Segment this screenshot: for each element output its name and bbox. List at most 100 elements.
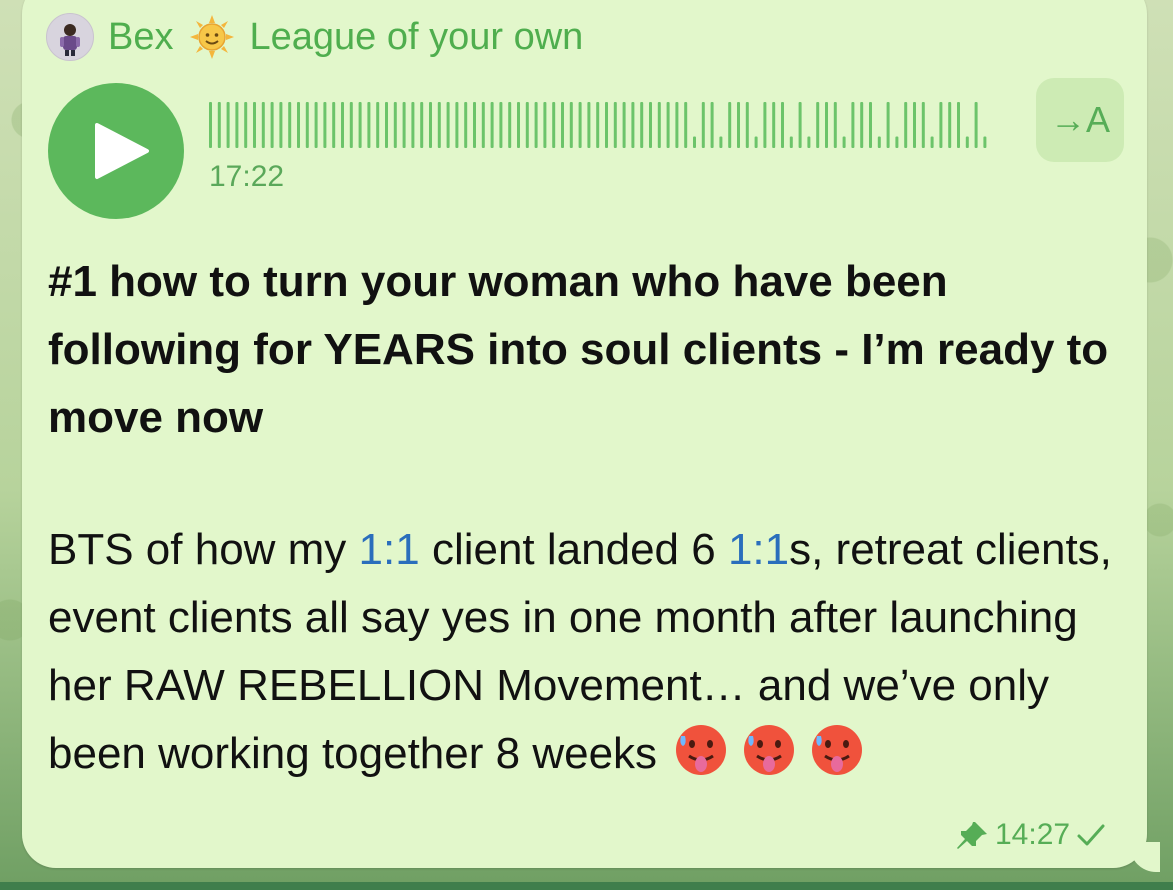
waveform-bar — [965, 136, 969, 148]
waveform-bar — [930, 136, 934, 148]
body-text: BTS of how my — [48, 525, 359, 574]
waveform-bar — [402, 102, 406, 148]
play-icon — [95, 123, 149, 179]
waveform-bar — [701, 102, 705, 148]
waveform-bar — [605, 102, 608, 148]
waveform-bar — [816, 102, 820, 148]
waveform-bar — [666, 102, 670, 148]
waveform-bar — [217, 102, 221, 148]
waveform-bar — [869, 102, 872, 148]
waveform-bar — [798, 102, 802, 148]
waveform-bar — [385, 102, 388, 148]
waveform-bar — [833, 102, 837, 148]
waveform-bar — [420, 102, 424, 148]
voice-duration: 17:22 — [209, 160, 285, 193]
waveform-bar — [745, 102, 749, 148]
waveform-bar — [235, 102, 239, 148]
waveform-bar — [684, 102, 688, 148]
waveform-bar — [253, 102, 256, 148]
waveform-bar — [270, 102, 274, 148]
waveform-bar — [622, 102, 626, 148]
waveform-bar — [525, 102, 529, 148]
waveform-bar — [341, 102, 344, 148]
checkmark-icon — [1077, 824, 1105, 846]
waveform-bar — [631, 102, 635, 148]
waveform-bar — [332, 102, 336, 148]
body-text: client landed 6 — [419, 525, 728, 574]
waveform-bar — [481, 102, 485, 148]
waveform-bar — [305, 102, 309, 148]
message-title: #1 how to turn your woman who have been … — [48, 257, 1109, 442]
input-bar-edge — [0, 882, 1173, 890]
waveform-bar — [464, 102, 468, 148]
waveform-bar — [886, 102, 890, 148]
play-button[interactable] — [48, 83, 184, 219]
voice-waveform[interactable] — [209, 100, 1009, 150]
hot-face-emoji-icon — [676, 725, 727, 775]
waveform-bar — [657, 102, 661, 148]
waveform-bar — [534, 102, 538, 148]
waveform-bar — [640, 102, 644, 148]
waveform-bar — [974, 102, 978, 148]
sender-name[interactable]: Bex — [108, 14, 173, 60]
waveform-bar — [737, 102, 740, 148]
channel-name[interactable]: League of your own — [249, 14, 583, 60]
message-body: BTS of how my 1:1 client landed 6 1:1s, … — [48, 516, 1128, 788]
waveform-bar — [561, 102, 564, 148]
waveform-bar — [939, 102, 943, 148]
waveform-bar — [807, 136, 811, 148]
waveform-bar — [517, 102, 520, 148]
waveform-bar — [772, 102, 776, 148]
waveform-bar — [358, 102, 362, 148]
waveform-bar — [649, 102, 652, 148]
message-time: 14:27 — [995, 818, 1071, 851]
waveform-bar — [455, 102, 459, 148]
waveform-bar — [209, 102, 212, 148]
waveform-bar — [613, 102, 617, 148]
hot-face-emoji-icon — [744, 725, 795, 775]
waveform-bar — [825, 102, 828, 148]
waveform-bar — [675, 102, 679, 148]
waveform-bar — [904, 102, 908, 148]
waveform-bar — [728, 102, 732, 148]
sun-emoji-icon — [190, 15, 235, 59]
waveform-bar — [693, 136, 696, 148]
waveform-bar — [789, 136, 793, 148]
ratio-link[interactable]: 1:1 — [728, 525, 789, 574]
waveform-bar — [710, 102, 714, 148]
waveform-bar — [508, 102, 512, 148]
waveform-bar — [877, 136, 881, 148]
waveform-bar — [781, 102, 784, 148]
message-header: Bex League of your own — [46, 13, 583, 61]
waveform-bar — [288, 102, 292, 148]
waveform-bar — [948, 102, 952, 148]
waveform-bar — [499, 102, 503, 148]
transcribe-button[interactable]: →A — [1036, 78, 1124, 162]
avatar[interactable] — [46, 13, 94, 61]
waveform-bar — [411, 102, 415, 148]
waveform-bar — [490, 102, 494, 148]
waveform-bar — [429, 102, 432, 148]
hot-face-emoji-icon — [812, 725, 863, 775]
waveform-bar — [587, 102, 591, 148]
pin-icon — [957, 822, 987, 849]
waveform-bar — [851, 102, 855, 148]
waveform-bar — [763, 102, 767, 148]
waveform-bar — [261, 102, 265, 148]
waveform-bar — [895, 136, 899, 148]
waveform-bar — [913, 102, 916, 148]
person-avatar-icon — [60, 24, 80, 56]
message-meta: 14:27 — [955, 818, 1106, 852]
waveform-bar — [323, 102, 327, 148]
waveform-bar — [552, 102, 556, 148]
waveform-bar — [367, 102, 371, 148]
ratio-link[interactable]: 1:1 — [359, 525, 420, 574]
waveform-bar — [754, 136, 758, 148]
waveform-bar — [349, 102, 353, 148]
waveform-bar — [983, 136, 987, 148]
waveform-bar — [578, 102, 582, 148]
waveform-bar — [279, 102, 283, 148]
waveform-bar — [244, 102, 248, 148]
waveform-bar — [543, 102, 547, 148]
waveform-bar — [297, 102, 300, 148]
